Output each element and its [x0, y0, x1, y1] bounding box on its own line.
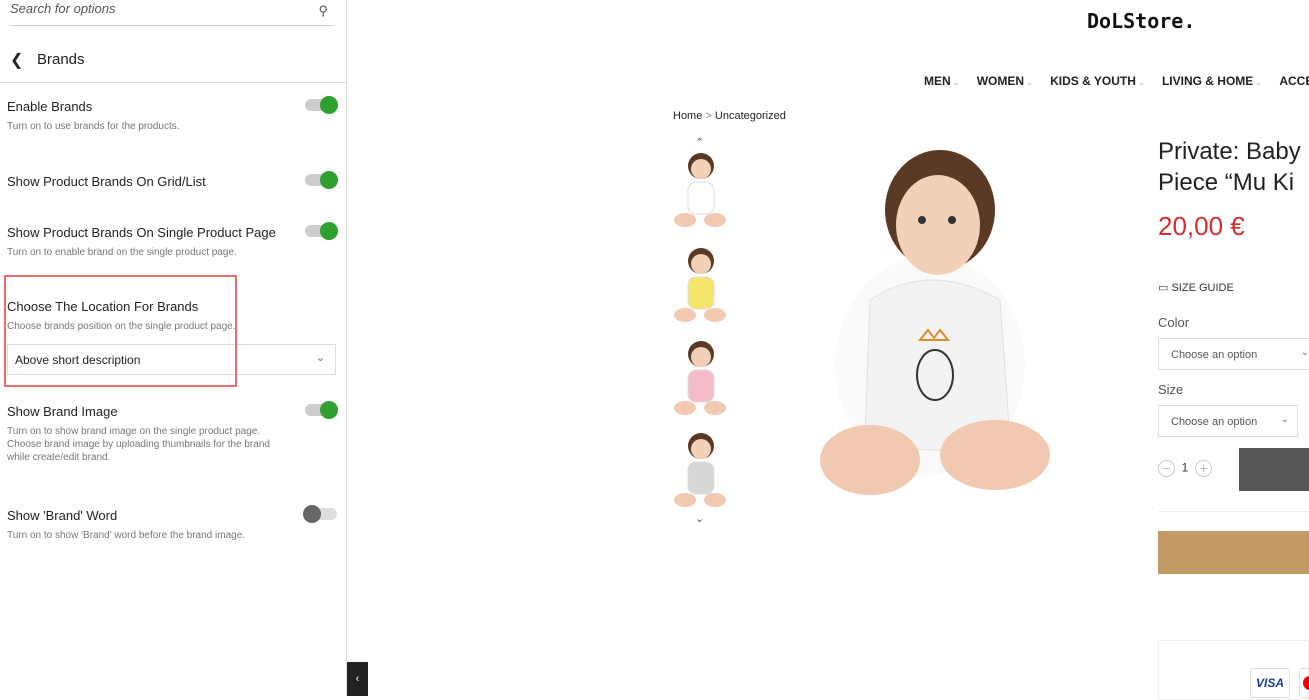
size-guide-link[interactable]: ▭ SIZE GUIDE	[1158, 281, 1234, 294]
chevron-down-icon: ⌄	[315, 352, 325, 364]
toggle-switch[interactable]	[305, 96, 338, 114]
nav-kids[interactable]: KIDS & YOUTH ⌄	[1050, 74, 1145, 88]
option-brand-word: Show 'Brand' Word Turn on to show 'Brand…	[7, 505, 337, 542]
chevron-down-icon: ⌄	[1300, 347, 1309, 358]
option-label: Show Product Brands On Single Product Pa…	[7, 225, 276, 240]
breadcrumb: Home > Uncategorized	[673, 110, 786, 122]
product-thumbnail[interactable]	[673, 245, 727, 327]
thumb-up-icon[interactable]: ⌃	[695, 136, 704, 149]
thumb-down-icon[interactable]: ⌄	[695, 512, 704, 525]
main-nav: MEN ⌄ WOMEN ⌄ KIDS & YOUTH ⌄ LIVING & HOME ⌄…	[924, 74, 1309, 88]
toggle-switch[interactable]	[305, 222, 338, 240]
buy-now-button[interactable]	[1158, 531, 1309, 574]
mastercard-icon	[1299, 668, 1309, 698]
color-select[interactable]: Choose an option ⌄	[1158, 338, 1309, 370]
divider	[1158, 511, 1309, 512]
option-desc: Turn on to show 'Brand' word before the …	[7, 530, 246, 541]
minus-icon[interactable]: −	[1158, 460, 1175, 477]
store-logo[interactable]: DoLStore.	[1087, 9, 1195, 33]
search-icon[interactable]: ⚲	[318, 2, 328, 20]
nav-men[interactable]: MEN ⌄	[924, 74, 959, 88]
product-thumbnail[interactable]	[673, 150, 727, 232]
color-label: Color	[1158, 315, 1190, 330]
highlight-box	[4, 275, 237, 387]
option-label: Show Product Brands On Grid/List	[7, 174, 206, 189]
option-desc: Turn on to use brands for the products.	[7, 121, 180, 132]
product-thumbnail[interactable]	[673, 338, 727, 420]
back-chevron-icon[interactable]: ❮	[10, 50, 23, 70]
breadcrumb-current[interactable]: Uncategorized	[715, 110, 786, 122]
nav-living[interactable]: LIVING & HOME ⌄	[1162, 74, 1262, 88]
payment-box: VISA	[1158, 640, 1309, 700]
size-label: Size	[1158, 382, 1184, 397]
customizer-sidebar: Search for options ⚲ ❮ Brands Enable Bran…	[0, 0, 347, 696]
option-brands-grid: Show Product Brands On Grid/List	[7, 171, 338, 189]
toggle-switch[interactable]	[305, 401, 338, 419]
toggle-switch[interactable]	[303, 505, 337, 523]
product-image[interactable]	[810, 140, 1060, 505]
option-label: Show Brand Image	[7, 404, 118, 419]
size-select[interactable]: Choose an option ⌄	[1158, 405, 1298, 437]
nav-women[interactable]: WOMEN ⌄	[977, 74, 1033, 88]
search-placeholder: Search for options	[10, 1, 116, 16]
option-brands-single: Show Product Brands On Single Product Pa…	[7, 222, 338, 259]
add-to-cart-button[interactable]	[1239, 448, 1309, 491]
nav-accessories[interactable]: ACCE	[1279, 74, 1309, 88]
search-input[interactable]: Search for options ⚲	[10, 0, 334, 26]
section-header: ❮ Brands	[0, 36, 346, 83]
visa-icon: VISA	[1250, 668, 1290, 698]
option-desc: Turn on to enable brand on the single pr…	[7, 247, 237, 258]
collapse-sidebar-button[interactable]: ‹	[347, 662, 368, 696]
quantity-stepper[interactable]: − 1 +	[1158, 460, 1213, 477]
option-desc: Turn on to show brand image on the singl…	[7, 426, 270, 463]
product-title: Private: Baby Piece “Mu Ki	[1158, 138, 1301, 196]
breadcrumb-home[interactable]: Home	[673, 110, 702, 122]
section-title: Brands	[37, 51, 85, 68]
option-label: Enable Brands	[7, 99, 93, 114]
plus-icon[interactable]: +	[1195, 460, 1213, 477]
option-brand-image: Show Brand Image Turn on to show brand i…	[7, 401, 338, 464]
ruler-icon: ▭	[1158, 282, 1169, 294]
chevron-down-icon: ⌄	[1280, 414, 1289, 425]
option-enable-brands: Enable Brands Turn on to use brands for …	[7, 96, 338, 133]
product-price: 20,00 €	[1158, 211, 1245, 241]
option-label: Show 'Brand' Word	[7, 508, 118, 523]
toggle-switch[interactable]	[305, 171, 338, 189]
product-thumbnail[interactable]	[673, 430, 727, 512]
